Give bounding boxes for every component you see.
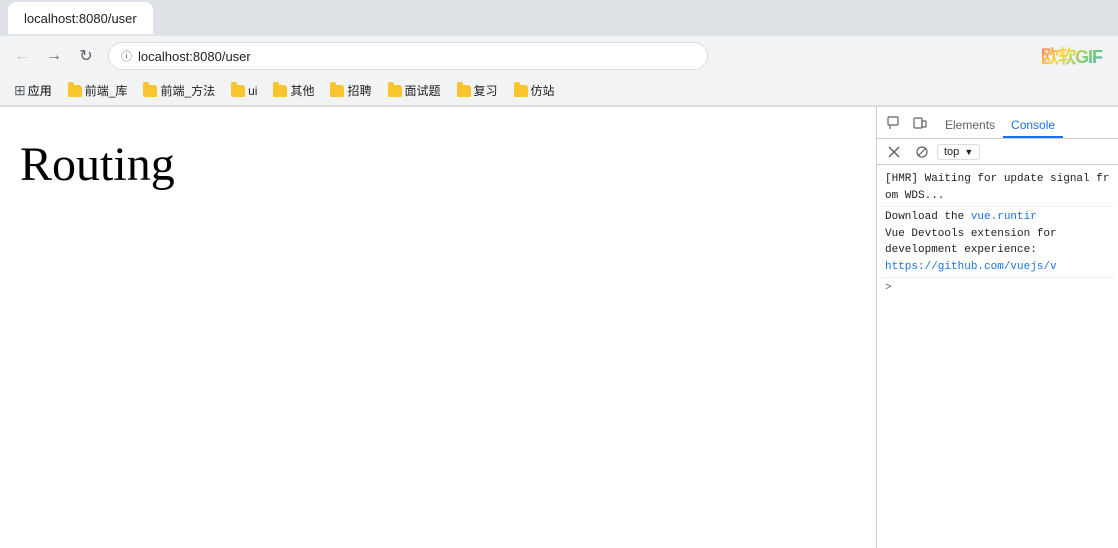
bookmark-label-5: 面试题: [405, 82, 441, 99]
bookmark-label-3: 其他: [290, 82, 314, 99]
bookmark-label-4: 招聘: [347, 82, 371, 99]
prompt-arrow: >: [885, 280, 892, 297]
devtools-panel: Elements Console: [876, 107, 1118, 548]
console-message-0: [HMR] Waiting for update signal from WDS…: [881, 169, 1114, 207]
bookmark-item-5[interactable]: 面试题: [382, 80, 447, 101]
folder-icon-1: [143, 85, 157, 97]
folder-icon-6: [457, 85, 471, 97]
bookmark-item-4[interactable]: 招聘: [324, 80, 377, 101]
folder-icon-3: [273, 85, 287, 97]
tab-title: localhost:8080/user: [24, 11, 137, 26]
context-dropdown-icon: ▼: [964, 147, 973, 157]
devtools-toolbar: Elements Console: [877, 107, 1118, 139]
reload-button[interactable]: ↻: [72, 42, 100, 70]
devtools-logo: 欧软GIF: [1041, 43, 1110, 69]
bookmark-label-6: 复习: [474, 82, 498, 99]
apps-grid-icon: ⊞: [14, 82, 26, 99]
page-content: Routing: [0, 107, 876, 548]
tab-console-label: Console: [1011, 118, 1055, 132]
block-network-button[interactable]: [909, 139, 935, 165]
hmr-message: [HMR] Waiting for update signal from WDS…: [885, 173, 1109, 202]
bookmark-label-1: 前端_方法: [160, 82, 215, 99]
block-icon: [916, 146, 928, 158]
bookmark-item-6[interactable]: 复习: [451, 80, 504, 101]
url-bar[interactable]: ⓘ localhost:8080/user: [108, 42, 708, 70]
folder-icon-2: [231, 85, 245, 97]
console-prompt: >: [881, 278, 1114, 299]
clear-console-button[interactable]: [881, 139, 907, 165]
device-toolbar-button[interactable]: [907, 110, 933, 136]
inspect-element-button[interactable]: [881, 110, 907, 136]
clear-icon: [888, 146, 900, 158]
url-text: localhost:8080/user: [138, 49, 251, 64]
console-content: [HMR] Waiting for update signal from WDS…: [877, 165, 1118, 548]
folder-icon-4: [330, 85, 344, 97]
bookmark-label-0: 前端_库: [85, 82, 128, 99]
bookmark-item-2[interactable]: ui: [225, 82, 263, 100]
bookmark-item-3[interactable]: 其他: [267, 80, 320, 101]
back-button[interactable]: ←: [8, 42, 36, 70]
bookmark-item-7[interactable]: 仿站: [508, 80, 561, 101]
tab-console[interactable]: Console: [1003, 114, 1063, 138]
device-icon: [913, 116, 927, 130]
bookmark-label-2: ui: [248, 84, 257, 98]
browser-chrome: localhost:8080/user ← → ↻ ⓘ localhost:80…: [0, 0, 1118, 107]
devtools-tabs: Elements Console: [933, 107, 1063, 138]
tab-elements[interactable]: Elements: [937, 114, 1003, 138]
console-message-1: Download the vue.runtir Vue Devtools ext…: [881, 207, 1114, 278]
forward-button[interactable]: →: [40, 42, 68, 70]
folder-icon-5: [388, 85, 402, 97]
bookmark-item-0[interactable]: 前端_库: [62, 80, 134, 101]
bookmark-label-7: 仿站: [531, 82, 555, 99]
active-tab[interactable]: localhost:8080/user: [8, 2, 153, 34]
nav-buttons: ← → ↻: [8, 42, 100, 70]
bookmarks-bar: ⊞ 应用 前端_库 前端_方法 ui 其他 招聘 面试题 复习: [0, 76, 1118, 106]
main-area: Routing Elements C: [0, 107, 1118, 548]
folder-icon-0: [68, 85, 82, 97]
context-value: top: [944, 146, 959, 158]
folder-icon-7: [514, 85, 528, 97]
devtools-middle: Vue Devtools extension for: [885, 228, 1057, 240]
download-prefix: Download the: [885, 211, 971, 223]
bookmark-item-1[interactable]: 前端_方法: [137, 80, 221, 101]
vue-devtools-link[interactable]: vue.runtir: [971, 211, 1037, 223]
apps-label: 应用: [28, 82, 52, 99]
devtools-suffix: development experience:: [885, 244, 1037, 256]
tab-bar: localhost:8080/user: [0, 0, 1118, 36]
bookmark-apps[interactable]: ⊞ 应用: [8, 80, 58, 101]
tab-elements-label: Elements: [945, 118, 995, 132]
security-icon: ⓘ: [121, 48, 132, 64]
context-selector[interactable]: top ▼: [937, 144, 980, 160]
inspect-icon: [887, 116, 901, 130]
address-bar: ← → ↻ ⓘ localhost:8080/user 欧软GIF: [0, 36, 1118, 76]
github-link[interactable]: https://github.com/vuejs/v: [885, 261, 1057, 273]
devtools-secondary-toolbar: top ▼: [877, 139, 1118, 165]
page-heading: Routing: [20, 137, 856, 192]
